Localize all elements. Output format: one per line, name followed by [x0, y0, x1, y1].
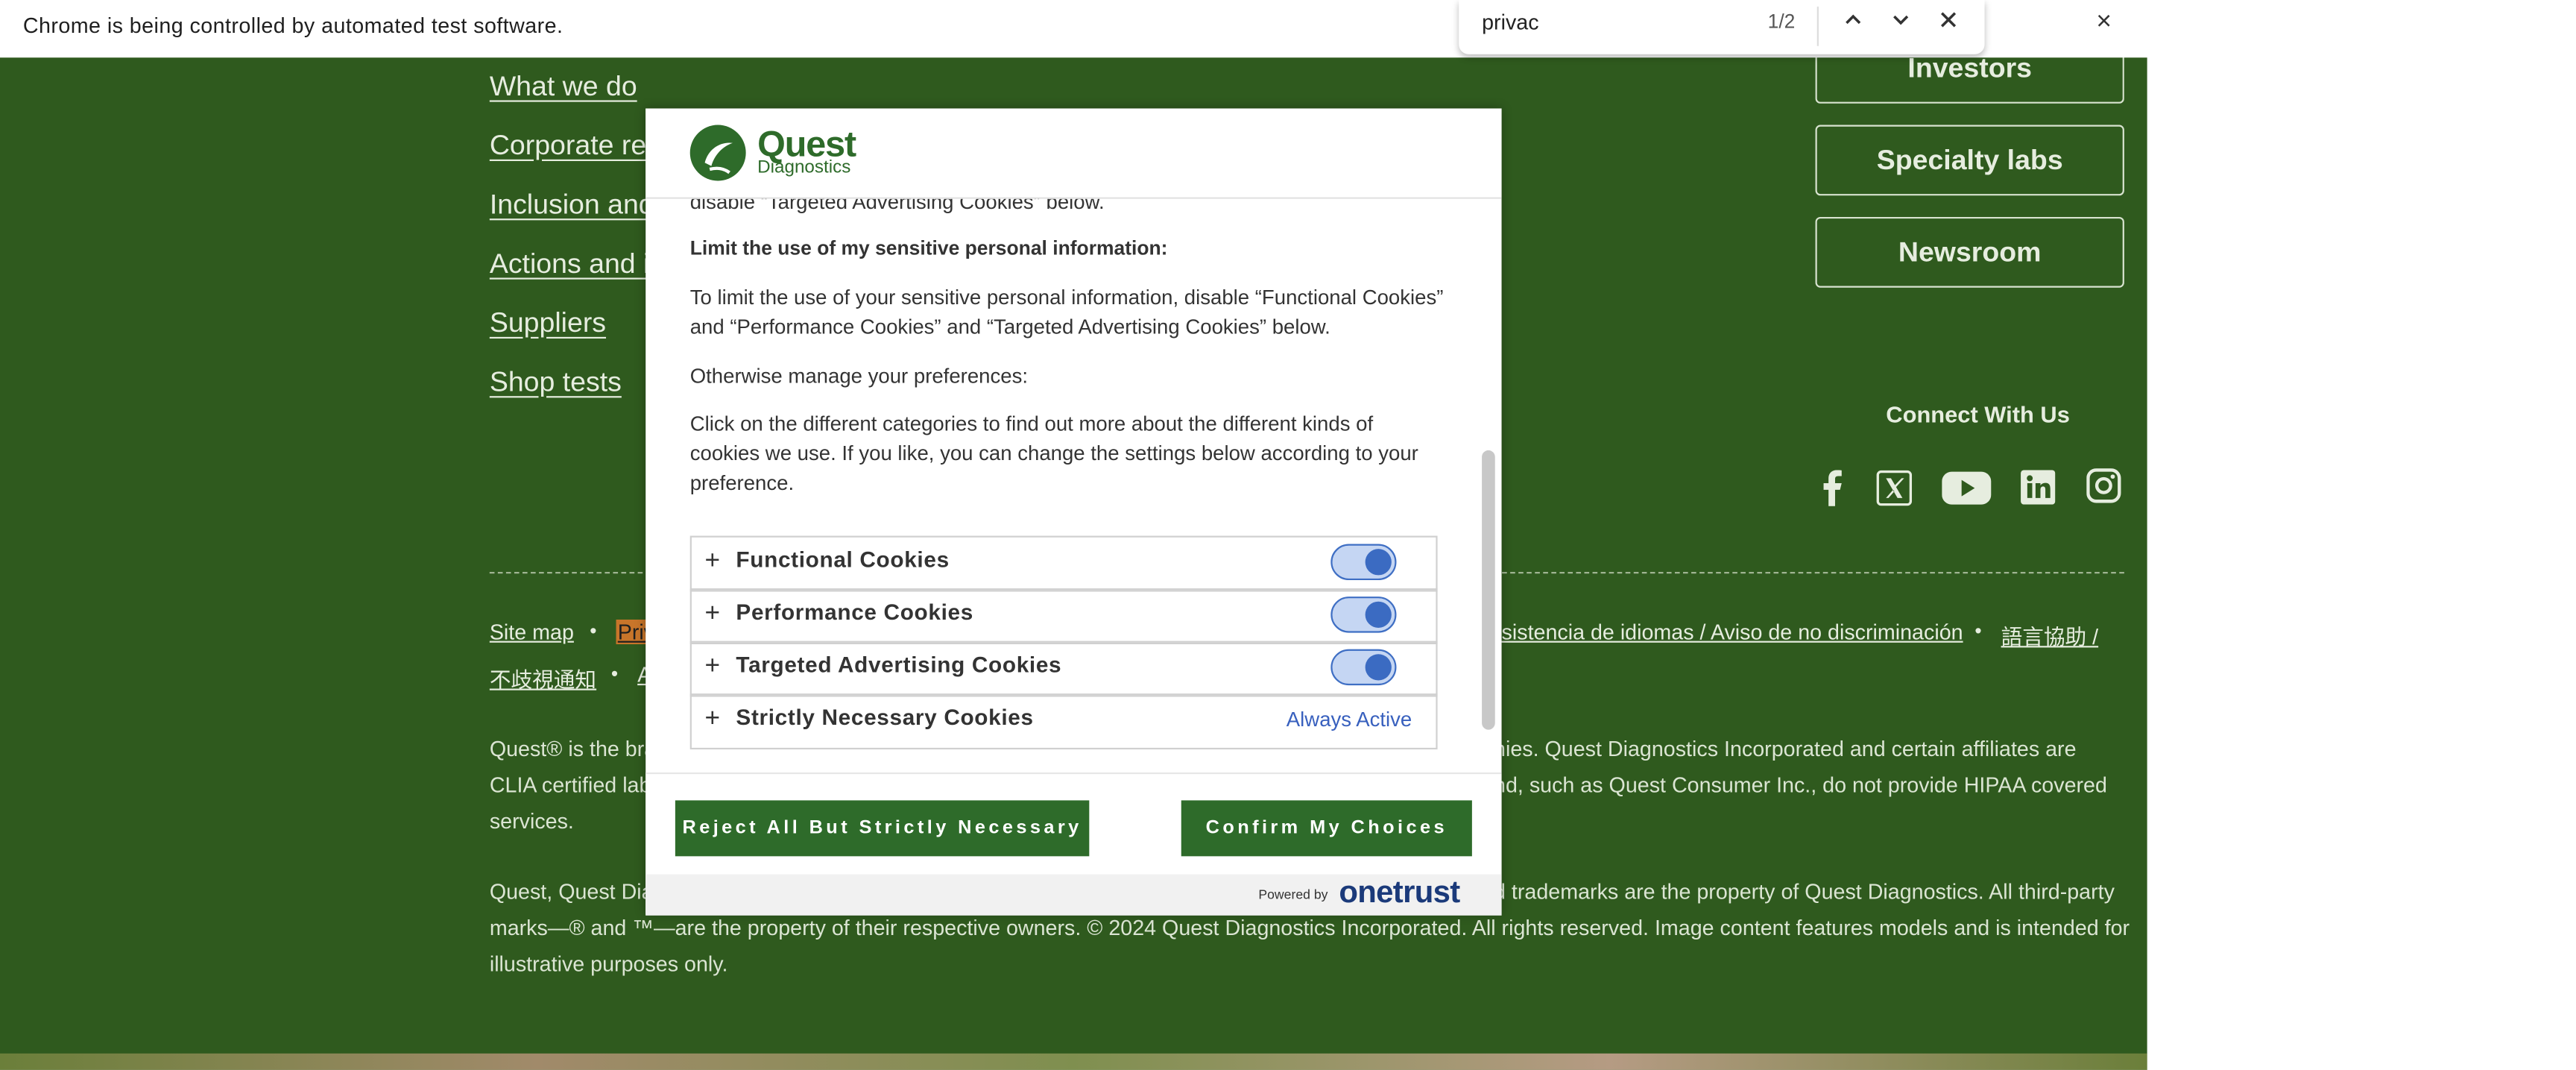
- category-targeted-advertising-cookies[interactable]: + Targeted Advertising Cookies: [689, 641, 1438, 697]
- footer-link-corporate-responsibility[interactable]: Corporate res: [490, 130, 660, 163]
- find-match-count: 1/2: [1767, 10, 1796, 34]
- separator-dot: •: [1974, 619, 1982, 643]
- facebook-icon[interactable]: [1820, 470, 1843, 514]
- limit-description: To limit the use of your sensitive perso…: [689, 286, 1444, 339]
- category-title: Functional Cookies: [736, 547, 950, 573]
- separator-dot: •: [610, 662, 619, 686]
- performance-cookies-toggle[interactable]: [1330, 597, 1397, 633]
- powered-by-text: Powered by: [1258, 887, 1328, 903]
- functional-cookies-toggle[interactable]: [1330, 544, 1397, 581]
- chevron-down-icon[interactable]: [1891, 8, 1910, 34]
- expand-plus-icon[interactable]: +: [705, 599, 721, 629]
- close-icon[interactable]: [1939, 8, 1958, 34]
- spanish-language-link[interactable]: sistencia de idiomas / Aviso de no discr…: [1502, 620, 1963, 644]
- find-divider: [1816, 6, 1819, 46]
- category-title: Strictly Necessary Cookies: [736, 705, 1034, 730]
- expand-plus-icon[interactable]: +: [705, 705, 721, 735]
- confirm-choices-button[interactable]: Confirm My Choices: [1181, 800, 1472, 857]
- cut-off-text: disable “Targeted Advertising Cookies” b…: [689, 197, 1105, 214]
- dialog-scrollbar[interactable]: [1482, 450, 1495, 730]
- reject-all-button[interactable]: Reject All But Strictly Necessary: [675, 800, 1090, 857]
- always-active-label: Always Active: [1286, 708, 1412, 731]
- category-performance-cookies[interactable]: + Performance Cookies: [689, 588, 1438, 645]
- automation-infobar-text: Chrome is being controlled by automated …: [22, 13, 564, 38]
- toggle-knob: [1365, 549, 1392, 576]
- onetrust-logo[interactable]: onetrust: [1339, 876, 1460, 912]
- limit-heading: Limit the use of my sensitive personal i…: [689, 236, 1168, 260]
- x-twitter-icon[interactable]: [1876, 470, 1913, 514]
- expand-plus-icon[interactable]: +: [705, 547, 721, 577]
- dialog-footer: Reject All But Strictly Necessary Confir…: [645, 772, 1502, 916]
- specialty-labs-button[interactable]: Specialty labs: [1815, 125, 2124, 196]
- toggle-knob: [1365, 654, 1392, 681]
- site-map-link[interactable]: Site map: [490, 620, 574, 644]
- footer-link-shop-tests[interactable]: Shop tests: [490, 367, 622, 400]
- toggle-knob: [1365, 601, 1392, 628]
- quest-logo-subtext: Diagnostics: [757, 157, 851, 178]
- footer-link-actions[interactable]: Actions and in: [490, 248, 665, 281]
- instagram-icon[interactable]: [2086, 468, 2121, 511]
- dialog-scroll-content[interactable]: disable “Targeted Advertising Cookies” b…: [645, 197, 1501, 772]
- manage-preferences-text: Otherwise manage your preferences:: [689, 365, 1029, 388]
- footer-link-inclusion[interactable]: Inclusion and: [490, 189, 654, 221]
- separator-dot: •: [590, 619, 597, 643]
- category-title: Targeted Advertising Cookies: [736, 652, 1062, 678]
- category-title: Performance Cookies: [736, 599, 973, 625]
- category-functional-cookies[interactable]: + Functional Cookies: [689, 535, 1438, 592]
- cookie-preferences-dialog: Quest Diagnostics disable “Targeted Adve…: [645, 108, 1502, 916]
- targeted-advertising-toggle[interactable]: [1330, 649, 1397, 686]
- category-strictly-necessary-cookies[interactable]: + Strictly Necessary Cookies Always Acti…: [689, 693, 1438, 750]
- chinese-nondiscrimination-link[interactable]: 不歧視通知: [490, 662, 596, 693]
- footer-link-what-we-do[interactable]: What we do: [490, 71, 637, 104]
- find-input[interactable]: privac: [1482, 10, 1538, 34]
- find-in-page-bar: privac 1/2: [1459, 0, 1985, 54]
- footer-link-suppliers[interactable]: Suppliers: [490, 307, 606, 340]
- chevron-up-icon[interactable]: [1843, 8, 1863, 34]
- blank-area: [2147, 0, 2576, 1070]
- expand-plus-icon[interactable]: +: [705, 652, 721, 682]
- powered-by-bar: Powered by onetrust: [645, 874, 1502, 916]
- dialog-header: Quest Diagnostics: [645, 108, 1502, 199]
- chinese-language-link[interactable]: 語言協助 /: [2001, 620, 2099, 651]
- linkedin-icon[interactable]: [2021, 470, 2056, 512]
- decorative-image-strip: [0, 1053, 2147, 1070]
- youtube-icon[interactable]: [1942, 470, 1992, 514]
- newsroom-button[interactable]: Newsroom: [1815, 216, 2124, 288]
- close-icon[interactable]: ×: [2096, 8, 2112, 38]
- screen: What we do Corporate res Inclusion and A…: [0, 0, 2576, 1070]
- quest-logo-icon: [689, 123, 748, 190]
- categories-explanation: Click on the different categories to fin…: [689, 412, 1418, 495]
- connect-heading: Connect With Us: [1886, 400, 2070, 428]
